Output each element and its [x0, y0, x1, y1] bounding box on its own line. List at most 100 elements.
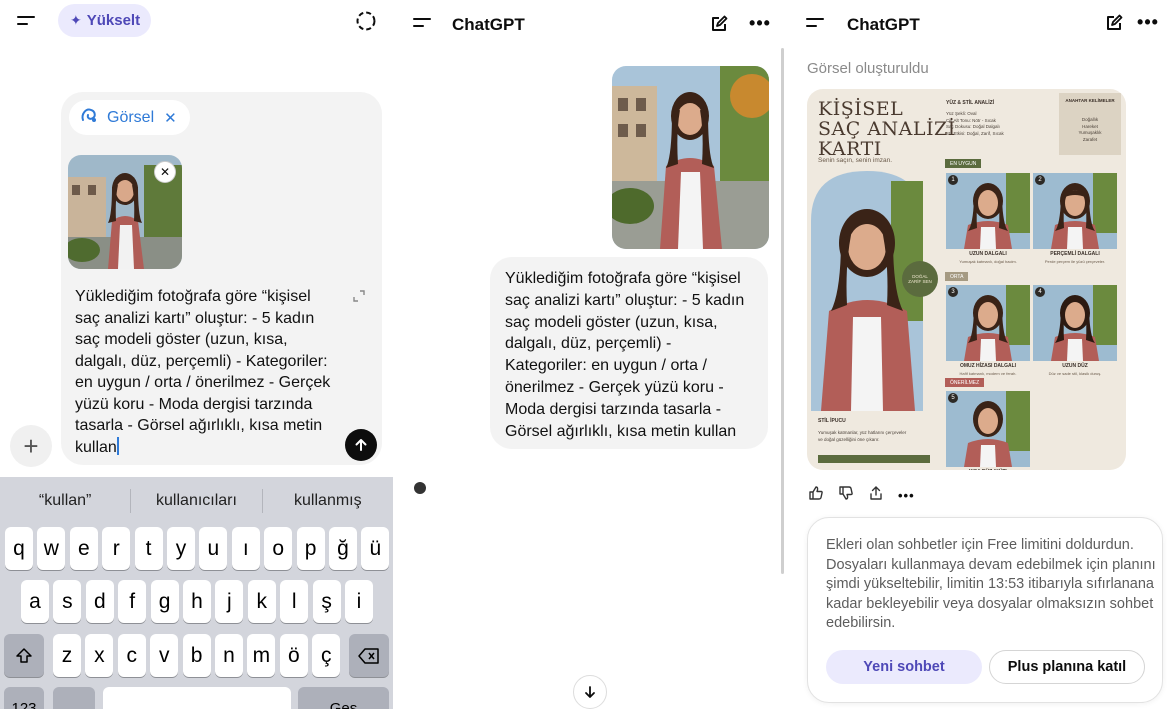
keyword: Zarafet — [1082, 136, 1098, 142]
key-h[interactable]: h — [183, 580, 211, 623]
join-plus-button[interactable]: Plus planına katıl — [989, 650, 1145, 684]
hairstyle-card: 3 — [946, 285, 1030, 361]
key-t[interactable]: t — [134, 527, 163, 570]
badge-mid: ORTA — [945, 272, 969, 281]
key-z[interactable]: z — [53, 634, 81, 677]
shift-key[interactable] — [4, 634, 44, 677]
key-o[interactable]: o — [264, 527, 293, 570]
key-s[interactable]: s — [53, 580, 82, 623]
poster-title-line: KİŞİSEL — [818, 98, 904, 120]
key-l[interactable]: l — [280, 580, 309, 623]
emoji-key[interactable] — [53, 687, 95, 709]
key-v[interactable]: v — [150, 634, 179, 677]
new-chat-icon[interactable] — [707, 12, 731, 36]
delete-key[interactable] — [349, 634, 389, 677]
key-p[interactable]: p — [296, 527, 325, 570]
upgrade-button[interactable]: ✦ Yükselt — [58, 4, 151, 37]
user-message-text: Yüklediğim fotoğrafa göre “kişisel saç a… — [505, 270, 745, 440]
arrow-up-icon — [355, 439, 367, 451]
key-x[interactable]: x — [85, 634, 114, 677]
hairstyle-name: OMUZ HİZASI DALGALI — [959, 363, 1017, 369]
app-title: ChatGPT — [452, 15, 525, 34]
generated-image[interactable]: KİŞİSEL SAÇ ANALİZİ KARTI Senin saçın, s… — [807, 89, 1126, 470]
plus-icon: + — [23, 430, 39, 461]
key-f[interactable]: f — [118, 580, 147, 623]
new-chat-button[interactable]: Yeni sohbet — [826, 650, 982, 684]
key-w[interactable]: w — [37, 527, 66, 570]
expand-icon[interactable] — [352, 289, 368, 305]
composer-panel: ✦ Yükselt Görsel ✕ ✕ Yüklediğim fotoğraf… — [0, 0, 393, 709]
hairstyle-note: Düz ve sade stil, klasik duruş. — [1048, 371, 1102, 376]
poster-footer-bar — [818, 455, 930, 463]
keywords-heading: ANAHTAR KELİMELER — [1065, 98, 1115, 103]
key-c[interactable]: c — [117, 634, 146, 677]
share-icon[interactable] — [868, 485, 884, 506]
hairstyle-name: KISA DÜZ (KÜT) — [946, 469, 1030, 470]
hairstyle-card: 5 — [946, 391, 1030, 467]
suggestion-1[interactable]: “kullan” — [0, 492, 130, 510]
scrollbar[interactable] — [781, 48, 784, 574]
key-ç[interactable]: ç — [312, 634, 341, 677]
key-ğ[interactable]: ğ — [329, 527, 357, 570]
menu-icon[interactable] — [17, 14, 37, 28]
go-key[interactable]: Ges — [298, 687, 389, 709]
tip-text: Yumuşak katmanlar, yüz hatlarını çerçeve… — [818, 430, 907, 442]
key-e[interactable]: e — [69, 527, 98, 570]
new-chat-icon[interactable] — [1102, 11, 1126, 35]
remove-attachment-button[interactable]: ✕ — [154, 161, 176, 183]
key-y[interactable]: y — [167, 527, 195, 570]
hairstyle-number: 5 — [948, 393, 958, 403]
image-tool-chip[interactable]: Görsel ✕ — [69, 100, 190, 135]
key-ö[interactable]: ö — [279, 634, 308, 677]
key-b[interactable]: b — [182, 634, 211, 677]
image-tool-label: Görsel — [107, 108, 155, 126]
text-caret — [116, 436, 119, 455]
key-g[interactable]: g — [150, 580, 179, 623]
numbers-key[interactable]: 123 — [4, 687, 44, 709]
suggestion-2[interactable]: kullanıcıları — [131, 492, 261, 510]
menu-icon[interactable] — [806, 16, 826, 30]
menu-icon[interactable] — [413, 16, 433, 30]
suggestion-3[interactable]: kullanmış — [263, 492, 393, 510]
send-button[interactable] — [345, 429, 377, 461]
tip-heading: STİL İPUCU — [818, 418, 846, 424]
key-n[interactable]: n — [215, 634, 243, 677]
keywords-list: Doğallık Hareket Yumuşaklık Zarafet — [1063, 117, 1117, 143]
key-i[interactable]: i — [345, 580, 373, 623]
upgrade-label: Yükselt — [86, 12, 141, 29]
key-m[interactable]: m — [247, 634, 276, 677]
sent-photo[interactable] — [612, 66, 769, 249]
thumbs-up-icon[interactable] — [808, 485, 824, 506]
limit-message: Ekleri olan sohbetler için Free limitini… — [826, 537, 1156, 631]
key-ı[interactable]: ı — [231, 527, 260, 570]
onscreen-keyboard: “kullan” kullanıcıları kullanmış qwertyu… — [0, 477, 393, 709]
key-k[interactable]: k — [247, 580, 276, 623]
scroll-down-button[interactable] — [573, 675, 607, 709]
thinking-indicator — [414, 482, 426, 494]
key-u[interactable]: u — [199, 527, 228, 570]
more-options-icon[interactable]: ••• — [748, 11, 772, 35]
close-icon[interactable]: ✕ — [164, 109, 177, 127]
more-options-icon[interactable]: ••• — [1136, 10, 1160, 34]
prompt-input[interactable]: Yüklediğim fotoğrafa göre “kişisel saç a… — [75, 286, 337, 458]
key-d[interactable]: d — [85, 580, 114, 623]
sparkle-icon: ✦ — [70, 12, 82, 28]
thumbs-down-icon[interactable] — [838, 485, 854, 506]
add-attachment-button[interactable]: + — [10, 425, 52, 467]
attached-photo-thumbnail[interactable]: ✕ — [68, 155, 182, 269]
image-generated-label: Görsel oluşturuldu — [807, 60, 929, 77]
key-a[interactable]: a — [21, 580, 49, 623]
more-actions-icon[interactable]: ••• — [898, 488, 915, 503]
hairstyle-name: PERÇEMLİ DALGALI — [1050, 251, 1100, 257]
temporary-chat-icon[interactable] — [354, 9, 378, 33]
key-j[interactable]: j — [215, 580, 244, 623]
key-ş[interactable]: ş — [312, 580, 341, 623]
space-key[interactable] — [103, 687, 291, 709]
key-r[interactable]: r — [102, 527, 131, 570]
usage-limit-card: Ekleri olan sohbetler için Free limitini… — [807, 517, 1163, 703]
analysis-item: Stil Etkisi: Doğal, Zarif, Sıcak — [946, 130, 1004, 136]
key-ü[interactable]: ü — [361, 527, 390, 570]
message-composer[interactable]: Görsel ✕ ✕ Yüklediğim fotoğrafa göre “ki… — [61, 92, 382, 465]
hairstyle-name: UZUN DÜZ — [1062, 363, 1088, 369]
key-q[interactable]: q — [5, 527, 33, 570]
